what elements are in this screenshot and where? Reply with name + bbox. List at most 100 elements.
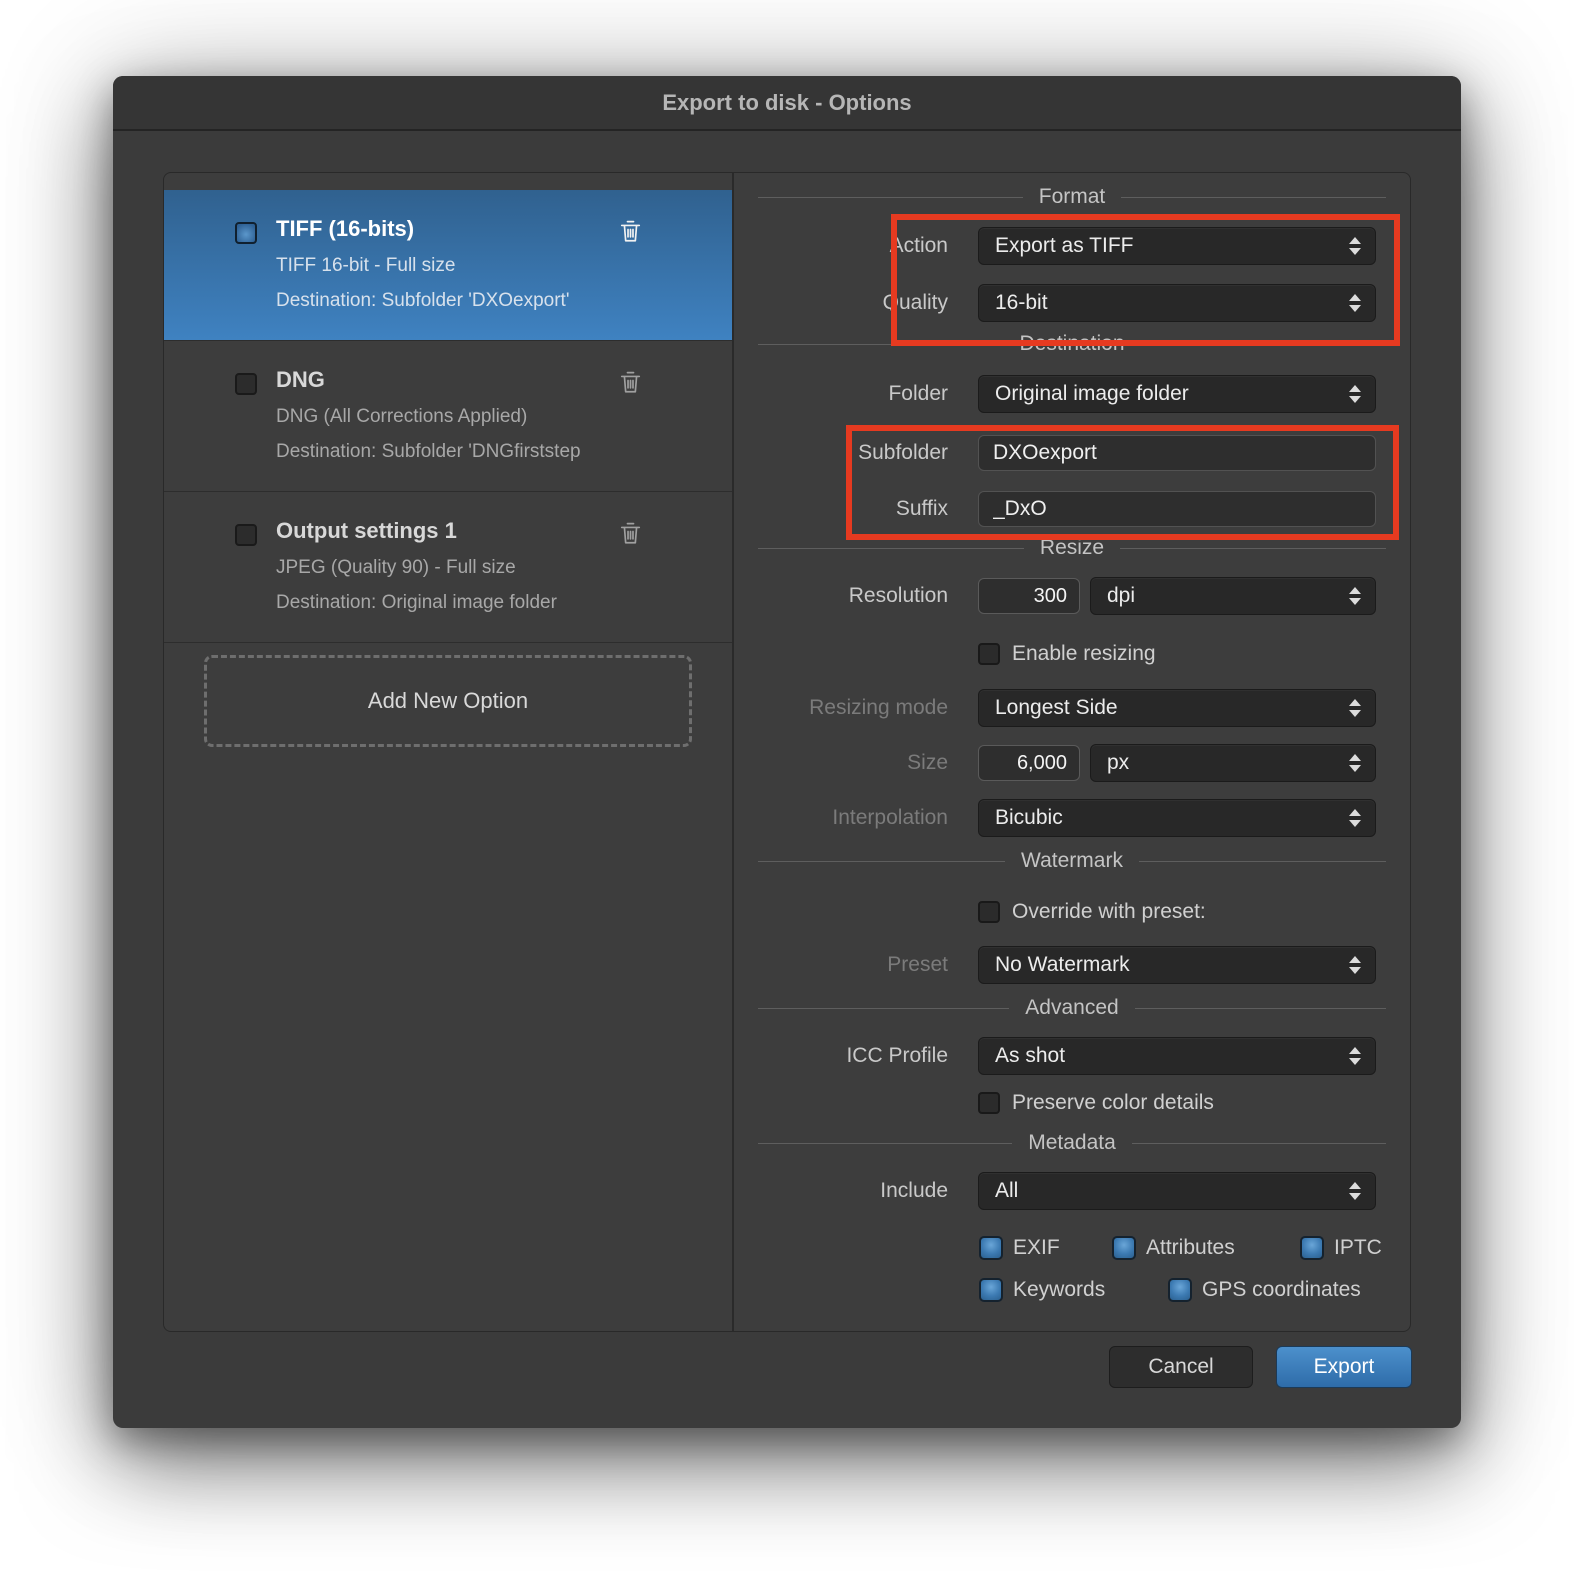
exif-checkbox-item: EXIF xyxy=(979,1235,1060,1261)
size-label: Size xyxy=(734,751,964,775)
include-label: Include xyxy=(734,1179,964,1203)
size-row: Size px xyxy=(734,744,1376,782)
item-enable-checkbox[interactable] xyxy=(235,373,257,395)
iptc-checkbox[interactable] xyxy=(1300,1236,1324,1260)
item-destination: Destination: Original image folder xyxy=(276,592,648,614)
action-label: Action xyxy=(734,234,964,258)
preset-label: Preset xyxy=(734,953,964,977)
include-dropdown[interactable]: All xyxy=(978,1172,1376,1210)
preserve-color-row: Preserve color details xyxy=(978,1090,1214,1116)
item-subtitle: JPEG (Quality 90) - Full size xyxy=(276,557,648,579)
export-button-label: Export xyxy=(1314,1355,1375,1379)
interpolation-row: Interpolation Bicubic xyxy=(734,799,1376,837)
quality-row: Quality 16-bit xyxy=(734,284,1376,322)
section-heading-advanced: Advanced xyxy=(758,992,1386,1024)
item-destination: Destination: Subfolder 'DNGfirststep xyxy=(276,441,648,463)
item-destination: Destination: Subfolder 'DXOexport' xyxy=(276,290,648,312)
preset-dropdown[interactable]: No Watermark xyxy=(978,946,1376,984)
stepper-icon xyxy=(1349,956,1361,974)
item-title: DNG xyxy=(276,367,648,393)
preset-value: No Watermark xyxy=(995,953,1349,977)
stepper-icon xyxy=(1349,699,1361,717)
trash-icon[interactable] xyxy=(617,369,644,401)
gps-coordinates-checkbox[interactable] xyxy=(1168,1278,1192,1302)
dialog-title: Export to disk - Options xyxy=(662,90,911,116)
folder-row: Folder Original image folder xyxy=(734,375,1376,413)
resolution-input[interactable] xyxy=(978,578,1080,614)
trash-icon[interactable] xyxy=(617,520,644,552)
item-subtitle: DNG (All Corrections Applied) xyxy=(276,406,648,428)
subfolder-row: Subfolder xyxy=(734,435,1376,471)
stepper-icon xyxy=(1349,237,1361,255)
attributes-checkbox-item: Attributes xyxy=(1112,1235,1235,1261)
icc-profile-label: ICC Profile xyxy=(734,1044,964,1068)
list-item-tiff[interactable]: TIFF (16-bits) TIFF 16-bit - Full size D… xyxy=(164,190,732,341)
enable-resizing-label: Enable resizing xyxy=(1012,642,1156,666)
action-dropdown[interactable]: Export as TIFF xyxy=(978,227,1376,265)
item-text: Output settings 1 JPEG (Quality 90) - Fu… xyxy=(276,518,648,614)
item-enable-checkbox[interactable] xyxy=(235,222,257,244)
stepper-icon xyxy=(1349,385,1361,403)
interpolation-label: Interpolation xyxy=(734,806,964,830)
action-row: Action Export as TIFF xyxy=(734,227,1376,265)
resizing-mode-label: Resizing mode xyxy=(734,696,964,720)
preset-row: Preset No Watermark xyxy=(734,946,1376,984)
size-unit-dropdown[interactable]: px xyxy=(1090,744,1376,782)
resizing-mode-dropdown[interactable]: Longest Side xyxy=(978,689,1376,727)
override-preset-checkbox[interactable] xyxy=(978,901,1000,923)
list-item-dng[interactable]: DNG DNG (All Corrections Applied) Destin… xyxy=(164,341,732,492)
cancel-button[interactable]: Cancel xyxy=(1109,1346,1253,1388)
list-item-output-settings-1[interactable]: Output settings 1 JPEG (Quality 90) - Fu… xyxy=(164,492,732,643)
icc-profile-row: ICC Profile As shot xyxy=(734,1037,1376,1075)
iptc-label: IPTC xyxy=(1334,1236,1382,1260)
cancel-button-label: Cancel xyxy=(1148,1355,1213,1379)
gps-coordinates-label: GPS coordinates xyxy=(1202,1278,1361,1302)
stepper-icon xyxy=(1349,1182,1361,1200)
item-text: TIFF (16-bits) TIFF 16-bit - Full size D… xyxy=(276,216,648,312)
item-title: TIFF (16-bits) xyxy=(276,216,648,242)
icc-profile-dropdown[interactable]: As shot xyxy=(978,1037,1376,1075)
quality-dropdown[interactable]: 16-bit xyxy=(978,284,1376,322)
resolution-unit-value: dpi xyxy=(1107,584,1349,608)
item-title: Output settings 1 xyxy=(276,518,648,544)
quality-label: Quality xyxy=(734,291,964,315)
size-unit-value: px xyxy=(1107,751,1349,775)
export-button[interactable]: Export xyxy=(1276,1346,1412,1388)
add-new-option-button[interactable]: Add New Option xyxy=(204,655,692,747)
enable-resizing-row: Enable resizing xyxy=(978,641,1156,667)
attributes-checkbox[interactable] xyxy=(1112,1236,1136,1260)
interpolation-dropdown[interactable]: Bicubic xyxy=(978,799,1376,837)
override-preset-label: Override with preset: xyxy=(1012,900,1206,924)
trash-icon[interactable] xyxy=(617,218,644,250)
folder-value: Original image folder xyxy=(995,382,1349,406)
suffix-label: Suffix xyxy=(734,497,964,521)
stepper-icon xyxy=(1349,587,1361,605)
exif-label: EXIF xyxy=(1013,1236,1060,1260)
add-new-option-label: Add New Option xyxy=(368,688,528,714)
section-heading-resize: Resize xyxy=(758,532,1386,564)
keywords-checkbox[interactable] xyxy=(979,1278,1003,1302)
item-enable-checkbox[interactable] xyxy=(235,524,257,546)
include-value: All xyxy=(995,1179,1349,1203)
item-text: DNG DNG (All Corrections Applied) Destin… xyxy=(276,367,648,463)
subfolder-label: Subfolder xyxy=(734,441,964,465)
export-options-list: TIFF (16-bits) TIFF 16-bit - Full size D… xyxy=(164,173,734,1331)
enable-resizing-checkbox[interactable] xyxy=(978,643,1000,665)
dialog-titlebar: Export to disk - Options xyxy=(113,76,1461,131)
item-subtitle: TIFF 16-bit - Full size xyxy=(276,255,648,277)
exif-checkbox[interactable] xyxy=(979,1236,1003,1260)
quality-value: 16-bit xyxy=(995,291,1349,315)
resolution-row: Resolution dpi xyxy=(734,577,1376,615)
stepper-icon xyxy=(1349,294,1361,312)
size-input[interactable] xyxy=(978,745,1080,781)
suffix-input[interactable] xyxy=(978,491,1376,527)
folder-dropdown[interactable]: Original image folder xyxy=(978,375,1376,413)
override-preset-row: Override with preset: xyxy=(978,899,1206,925)
preserve-color-label: Preserve color details xyxy=(1012,1091,1214,1115)
stepper-icon xyxy=(1349,754,1361,772)
export-dialog: Export to disk - Options TIFF (16-bits) … xyxy=(113,76,1461,1428)
subfolder-input[interactable] xyxy=(978,435,1376,471)
preserve-color-checkbox[interactable] xyxy=(978,1092,1000,1114)
resolution-unit-dropdown[interactable]: dpi xyxy=(1090,577,1376,615)
stepper-icon xyxy=(1349,1047,1361,1065)
